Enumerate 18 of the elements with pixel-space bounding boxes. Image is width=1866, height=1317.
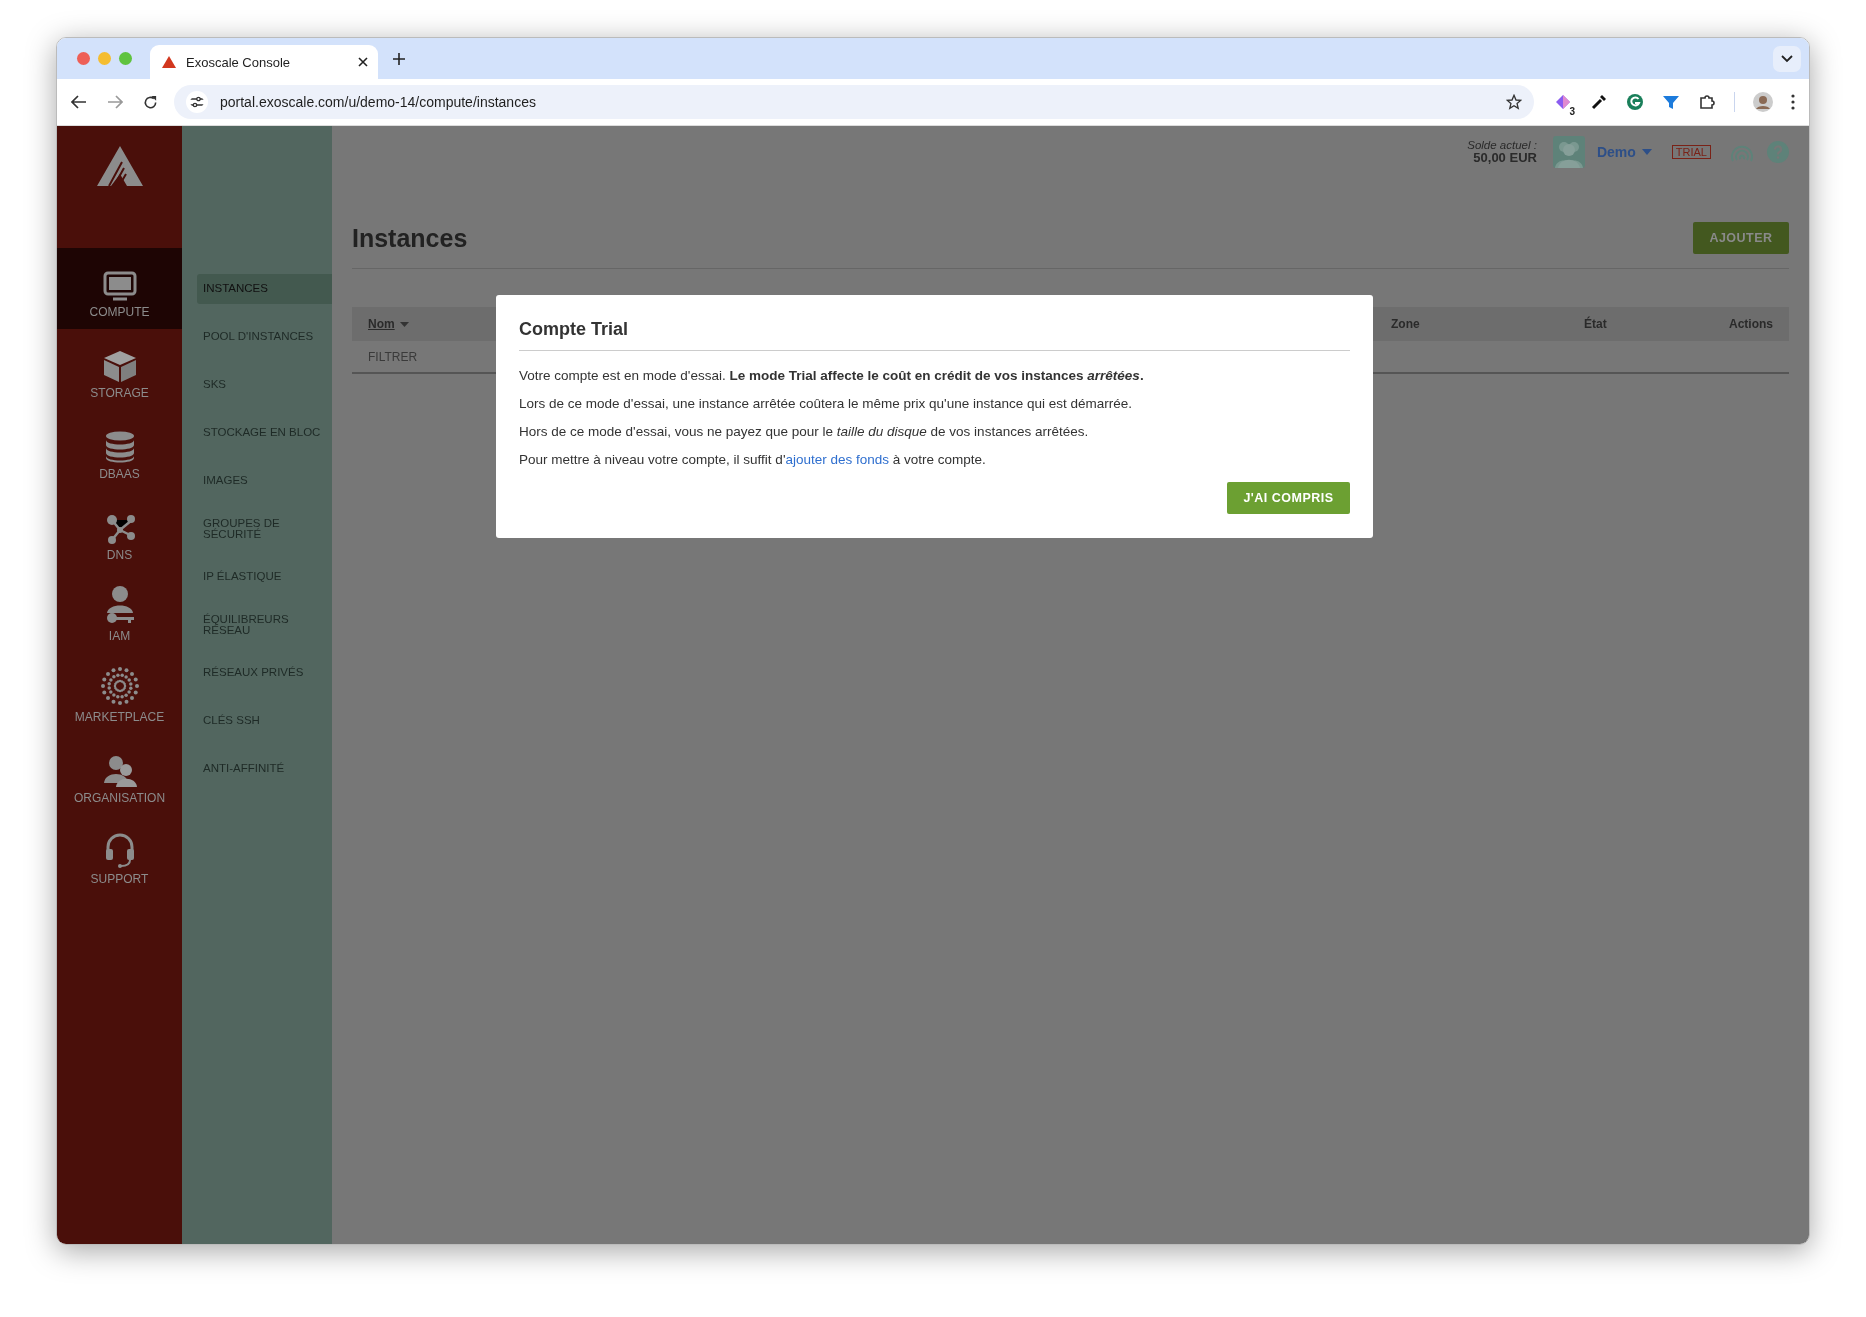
dialog-paragraph: Lors de ce mode d'essai, une instance arrêtée coûtera le même prix qu'une instance qui est démarrée. [519,395,1133,412]
sidebar-label: COMPUTE [89,305,150,319]
sidebar-label: SUPPORT [90,872,149,886]
balance-label: Solde actuel : [1467,139,1537,152]
extension-badge: 3 [1567,106,1577,117]
sidebar-label: STORAGE [90,386,149,400]
dialog-paragraph: Hors de ce mode d'essai, vous ne payez que pour le taille du disque de vos instances arrêtées. [519,423,1090,440]
sidebar-label: IAM [108,629,131,643]
dialog-title: Compte Trial [519,319,1350,351]
dialog-paragraph: Votre compte est en mode d'essai. Le mode Trial affecte le coût en crédit de vos instances arrêtées. [519,367,1145,384]
trial-badge: TRIAL [1671,145,1711,159]
sidebar-label: DBAAS [99,467,140,481]
page-title: Instances [352,223,468,253]
balance-amount: 50,00 EUR [1473,151,1537,165]
dialog-paragraph: Pour mettre à niveau votre compte, il suffit d'ajouter des fonds à votre compte. [519,451,987,468]
sidebar-label: DNS [106,548,133,562]
sidebar-label: MARKETPLACE [74,710,165,724]
sidebar-label: ORGANISATION [73,791,166,805]
